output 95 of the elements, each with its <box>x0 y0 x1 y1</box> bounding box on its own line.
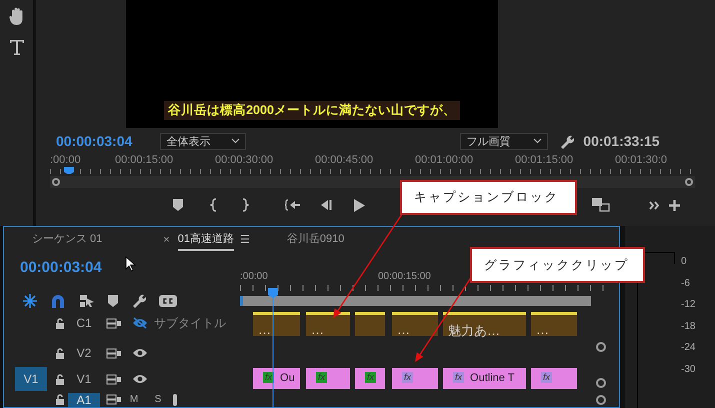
sequence-tab[interactable]: 01高速道路 <box>178 228 234 252</box>
ruler-label: :00:00 <box>240 270 268 282</box>
caption-clip[interactable]: … <box>306 312 350 336</box>
fx-badge: fx <box>541 372 552 384</box>
ruler-label: 00:00:30:00 <box>215 154 274 166</box>
graphic-clip[interactable]: fx Outline T <box>443 368 526 389</box>
ruler-label: 00:00:45:00 <box>315 154 374 166</box>
caption-clip[interactable]: … <box>392 312 438 336</box>
callout-label: グラフィッククリップ <box>470 247 645 283</box>
caption-clip[interactable]: 魅力あ… <box>443 312 526 336</box>
hand-icon[interactable] <box>8 6 26 26</box>
ruler-label: 00:00:15:00 <box>378 270 431 282</box>
zoom-dropdown[interactable]: 全体表示 <box>160 132 246 150</box>
panel-menu-button[interactable]: ☰ <box>240 233 250 246</box>
mark-in-icon[interactable] <box>210 198 218 212</box>
playhead[interactable] <box>267 288 279 408</box>
ruler-label: 00:01:30:0 <box>615 154 667 166</box>
graphic-clip[interactable]: fx Ou <box>253 368 300 389</box>
meter-scale-label: -30 <box>681 364 696 374</box>
marker-icon[interactable] <box>108 294 118 307</box>
caption-clip[interactable]: … <box>531 312 577 336</box>
sync-lock-icon[interactable] <box>106 318 122 329</box>
eye-icon[interactable] <box>132 347 148 360</box>
quality-dropdown[interactable]: フル画質 <box>460 132 548 150</box>
sequence-timecode: 00:00:03:04 <box>20 258 102 276</box>
track-name[interactable]: V1 <box>68 367 100 391</box>
add-icon[interactable] <box>669 200 680 210</box>
close-tab-button[interactable]: × <box>163 234 170 246</box>
meter-scale-label: -18 <box>681 320 696 332</box>
graphic-clip[interactable]: fx <box>355 368 385 389</box>
subtitle-text: 谷川岳は標高2000メートルに満たない山ですが、 <box>164 101 460 120</box>
go-to-in-icon[interactable] <box>285 199 301 211</box>
mark-out-icon[interactable] <box>241 198 249 212</box>
chevron-icon[interactable] <box>533 138 542 144</box>
marker-icon[interactable] <box>173 199 183 211</box>
magnet-icon[interactable] <box>50 294 66 308</box>
out-point-handle[interactable] <box>685 178 693 186</box>
track-handle[interactable] <box>596 378 606 388</box>
ruler-label: 00:01:00:00 <box>415 154 474 166</box>
fx-badge: fx <box>365 372 376 384</box>
linked-selection-icon[interactable] <box>79 294 95 308</box>
wrench-icon[interactable] <box>559 134 574 148</box>
fx-badge: fx <box>316 372 328 384</box>
source-patch[interactable]: V1 <box>15 367 47 391</box>
work-area-bar[interactable] <box>240 296 591 306</box>
track-toggle[interactable]: M <box>122 394 146 406</box>
ruler-label: 00:01:15:00 <box>515 154 574 166</box>
snowflake-icon[interactable] <box>23 294 37 308</box>
in-point-handle[interactable] <box>52 178 60 186</box>
track-name[interactable]: V2 <box>68 341 100 366</box>
playhead-timecode: 00:00:03:04 <box>56 133 132 149</box>
graphic-clip[interactable]: fx <box>531 368 577 389</box>
caption-clip[interactable] <box>355 312 385 336</box>
mouse-cursor <box>125 256 136 272</box>
lock-icon[interactable] <box>55 374 65 385</box>
graphic-clip[interactable]: fx <box>306 368 350 389</box>
sequence-tab[interactable]: 谷川岳0910 <box>286 228 344 252</box>
sync-lock-icon[interactable] <box>106 394 122 406</box>
play-icon[interactable] <box>354 198 365 212</box>
callout-label: キャプションブロック <box>400 180 577 215</box>
meter-scale-label: -24 <box>681 342 696 353</box>
track-handle[interactable] <box>596 342 606 352</box>
lock-icon[interactable] <box>55 348 65 359</box>
track-toggle[interactable]: S <box>146 394 170 406</box>
track-name[interactable]: C1 <box>68 310 100 336</box>
type-tool-icon[interactable] <box>8 38 26 56</box>
caption-clip[interactable]: … <box>253 312 300 336</box>
export-frame-icon[interactable] <box>592 198 610 212</box>
graphic-clip[interactable]: fx <box>392 368 438 389</box>
lock-icon[interactable] <box>55 318 65 329</box>
captions-icon[interactable] <box>159 294 177 307</box>
step-back-icon[interactable] <box>320 199 332 211</box>
track-name[interactable]: A1 <box>68 392 100 407</box>
meter-scale-label: -6 <box>681 278 691 288</box>
ruler-label: :00:00 <box>50 154 81 166</box>
sequence-tab[interactable]: シーケンス 01 <box>32 228 102 252</box>
track-label: サブタイトル <box>154 314 226 332</box>
sync-lock-icon[interactable] <box>106 348 122 359</box>
chevron-icon[interactable] <box>231 138 240 144</box>
fx-badge: fx <box>453 372 464 384</box>
fx-badge: fx <box>402 372 414 384</box>
meter-scale-label: -12 <box>681 299 696 310</box>
eye-slash-icon[interactable] <box>132 317 148 330</box>
lock-icon[interactable] <box>55 394 65 406</box>
playhead[interactable] <box>63 167 75 174</box>
microphone-icon[interactable] <box>170 394 180 406</box>
ruler-label: 00:00:15:00 <box>115 154 174 166</box>
eye-icon[interactable] <box>132 373 148 386</box>
track-handle[interactable] <box>596 394 606 405</box>
more-icon[interactable] <box>649 200 660 210</box>
sync-lock-icon[interactable] <box>106 374 122 385</box>
wrench-icon[interactable] <box>131 293 146 308</box>
meter-scale-label: 0 <box>681 256 688 267</box>
duration-timecode: 00:01:33:15 <box>583 133 660 149</box>
fx-badge: fx <box>263 372 274 384</box>
